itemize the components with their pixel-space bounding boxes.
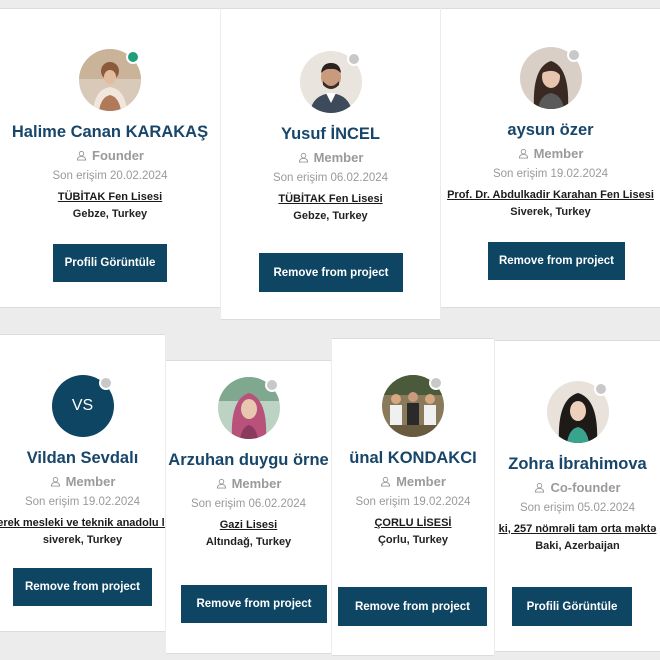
location: Çorlu, Turkey [377,534,449,546]
school-link[interactable]: TÜBİTAK Fen Lisesi [58,191,162,203]
school-link[interactable]: erek mesleki ve teknik anadolu li [0,517,165,529]
member-name[interactable]: Halime Canan KARAKAŞ [12,123,208,142]
location: Siverek, Turkey [510,206,591,218]
location: Baki, Azerbaijan [535,540,620,552]
last-seen: Son erişim 06.02.2024 [190,498,307,510]
user-icon [50,476,60,487]
remove-from-project-button[interactable]: Remove from project [181,585,327,623]
remove-from-project-button[interactable]: Remove from project [488,242,625,280]
remove-from-project-button[interactable]: Remove from project [259,253,403,292]
last-seen: Son erişim 19.02.2024 [24,496,141,508]
member-card: ünal KONDAKCI Member Son erişim 19.02.20… [332,338,494,656]
school-link[interactable]: ÇORLU LİSESİ [374,517,451,529]
member-card: Arzuhan duygu örne Member Son erişim 06.… [166,360,331,654]
avatar[interactable] [382,375,444,437]
view-profile-button[interactable]: Profili Görüntüle [53,244,167,282]
member-name[interactable]: Vildan Sevdalı [27,449,139,468]
last-seen: Son erişim 20.02.2024 [52,170,168,182]
avatar[interactable] [546,381,609,443]
member-name[interactable]: ünal KONDAKCI [349,449,476,468]
member-role: Member [216,476,281,491]
user-icon [216,478,226,489]
member-name[interactable]: Yusuf İNCEL [281,125,380,144]
location: Altındağ, Turkey [205,536,292,548]
view-profile-button[interactable]: Profili Görüntüle [512,587,632,626]
member-name[interactable]: Zohra İbrahimova [508,455,646,474]
user-icon [518,148,528,159]
user-icon [380,476,391,487]
offline-status-dot [98,376,113,390]
user-icon [76,150,87,161]
school-link[interactable]: TÜBİTAK Fen Lisesi [278,193,382,205]
offline-status-dot [566,48,581,62]
offline-status-dot [264,378,279,392]
last-seen: Son erişim 05.02.2024 [519,502,636,514]
member-name[interactable]: aysun özer [507,121,593,140]
member-role: Member [50,474,115,489]
member-card: VS Vildan Sevdalı Member Son erişim 19.0… [0,334,165,632]
avatar[interactable] [519,47,582,109]
avatar[interactable] [217,377,280,439]
avatar[interactable] [299,51,362,113]
location: Gebze, Turkey [293,210,368,222]
last-seen: Son erişim 19.02.2024 [355,496,471,508]
location: siverek, Turkey [42,534,123,546]
school-link[interactable]: Gazi Lisesi [220,519,277,531]
member-card: Zohra İbrahimova Co-founder Son erişim 0… [495,340,660,652]
member-role: Member [298,150,363,165]
member-card: aysun özer Member Son erişim 19.02.2024 … [441,8,660,308]
remove-from-project-button[interactable]: Remove from project [338,587,487,626]
offline-status-dot [429,376,443,390]
member-role: Co-founder [534,480,621,495]
location: Gebze, Turkey [72,208,148,220]
last-seen: Son erişim 06.02.2024 [272,172,389,184]
offline-status-dot [593,382,608,396]
member-role: Member [380,474,446,489]
avatar[interactable]: VS [51,375,114,437]
member-card: Halime Canan KARAKAŞ Founder Son erişim … [0,8,220,308]
online-status-dot [126,50,140,64]
avatar[interactable] [79,49,141,111]
member-name[interactable]: Arzuhan duygu örne [168,451,328,470]
member-card: Yusuf İNCEL Member Son erişim 06.02.2024… [221,8,440,320]
user-icon [298,152,308,163]
member-role: Founder [76,148,144,163]
user-icon [535,482,545,493]
school-link[interactable]: ki, 257 nömrəli tam orta məktə [499,523,657,535]
member-role: Member [518,146,583,161]
last-seen: Son erişim 19.02.2024 [492,168,609,180]
school-link[interactable]: Prof. Dr. Abdulkadir Karahan Fen Lisesi [447,189,654,201]
offline-status-dot [346,52,361,66]
remove-from-project-button[interactable]: Remove from project [13,568,152,606]
